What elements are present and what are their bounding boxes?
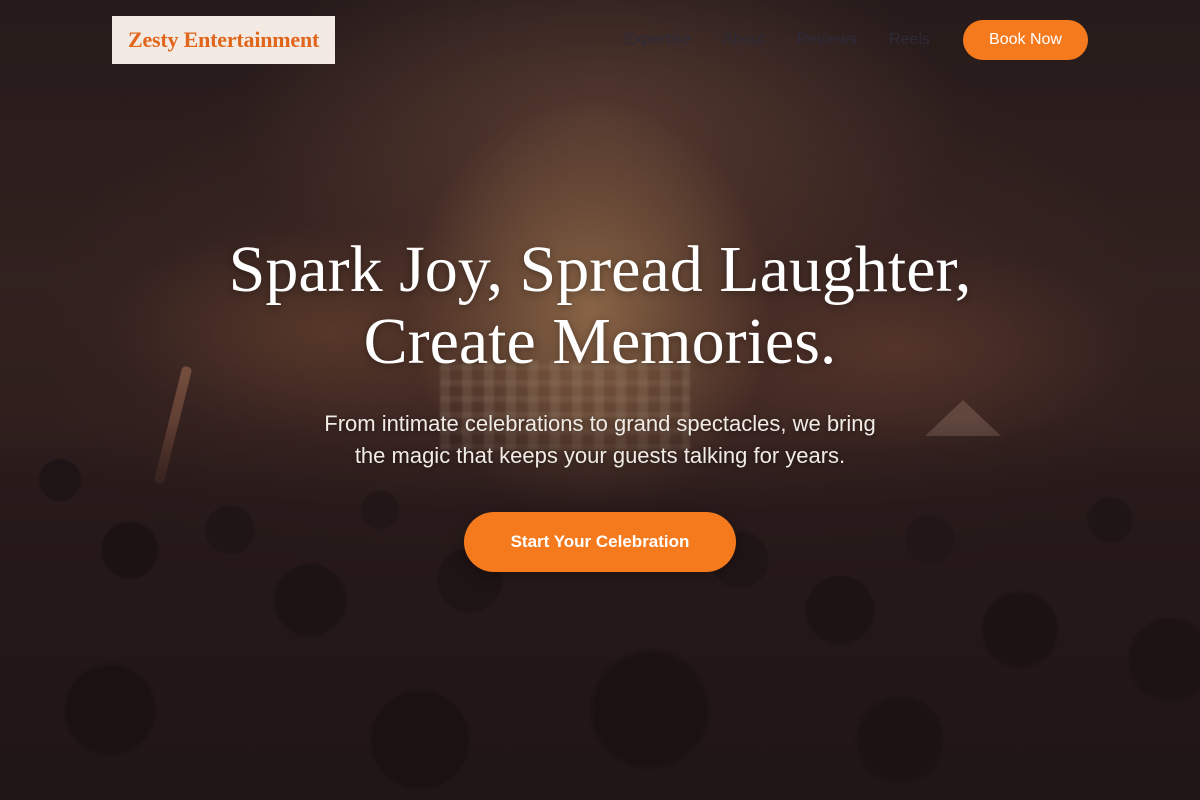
hero-headline-line-1: Spark Joy, Spread Laughter, (228, 233, 972, 306)
hero-headline-line-2: Create Memories. (363, 305, 837, 378)
hero-section: Spark Joy, Spread Laughter, Create Memor… (0, 234, 1200, 572)
nav-link-reels[interactable]: Reels (889, 31, 930, 49)
hero-subtext-line-2: the magic that keeps your guests talking… (354, 443, 846, 468)
main-nav: Expertise About Reviews Reels Book Now (624, 20, 1088, 60)
nav-link-about[interactable]: About (723, 31, 765, 49)
hero-subtext: From intimate celebrations to grand spec… (270, 408, 930, 472)
start-celebration-button[interactable]: Start Your Celebration (464, 512, 736, 572)
nav-link-reviews[interactable]: Reviews (797, 31, 857, 49)
landing-page: Zesty Entertainment Expertise About Revi… (0, 0, 1200, 800)
book-now-button[interactable]: Book Now (963, 20, 1088, 60)
hero-subtext-line-1: From intimate celebrations to grand spec… (324, 411, 876, 436)
hero-headline: Spark Joy, Spread Laughter, Create Memor… (0, 234, 1200, 378)
site-header: Zesty Entertainment Expertise About Revi… (112, 16, 1088, 64)
brand-logo[interactable]: Zesty Entertainment (112, 16, 336, 64)
nav-link-expertise[interactable]: Expertise (624, 31, 691, 49)
